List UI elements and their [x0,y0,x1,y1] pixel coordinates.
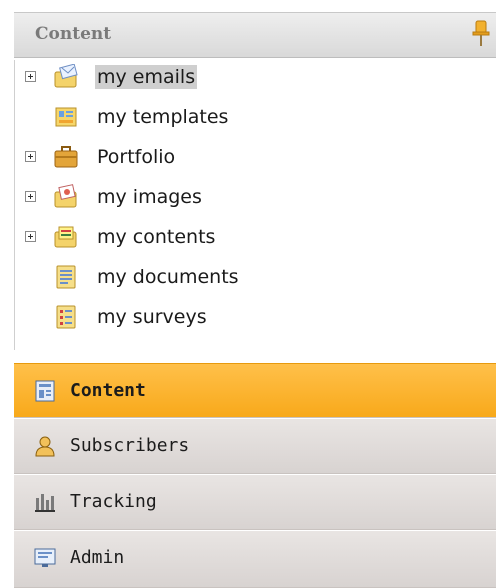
nav-tracking[interactable]: Tracking [14,475,496,530]
panel-header: Content [14,12,496,58]
images-icon [54,184,77,208]
nav-subscribers[interactable]: Subscribers [14,419,496,474]
nav-label: Subscribers [70,435,190,456]
briefcase-icon [54,146,78,168]
contents-icon [54,226,77,248]
email-folder-icon [54,64,78,88]
nav-label: Content [70,380,146,401]
tracking-icon [35,494,55,512]
expand-toggle[interactable] [25,231,36,242]
tree-item-label: my images [97,186,202,208]
nav-content[interactable]: Content [14,363,496,418]
nav-label: Tracking [70,491,157,512]
expand-toggle[interactable] [25,151,36,162]
templates-icon [55,107,77,127]
tree-item-label: my surveys [97,306,207,328]
tree-item-label: my documents [97,266,239,288]
tree-item-my-surveys[interactable]: my surveys [15,300,485,334]
tree-item-label: my templates [97,106,229,128]
expand-toggle[interactable] [25,191,36,202]
tree-item-my-emails[interactable]: my emails [15,60,485,94]
tree-item-my-contents[interactable]: my contents [15,220,485,254]
expand-toggle[interactable] [25,71,36,82]
content-panel: Content my emails my templates Portfolio… [0,0,496,588]
content-icon [35,380,55,402]
subscribers-icon [35,436,55,457]
tree-item-my-documents[interactable]: my documents [15,260,485,294]
panel-title: Content [35,24,112,44]
content-tree: my emails my templates Portfolio my imag… [14,60,496,350]
admin-icon [34,548,56,567]
tree-item-label: my emails [95,65,198,89]
tree-item-portfolio[interactable]: Portfolio [15,140,485,174]
pin-icon[interactable] [472,19,490,47]
tree-item-my-images[interactable]: my images [15,180,485,214]
tree-item-label: my contents [97,226,216,248]
nav-admin[interactable]: Admin [14,531,496,588]
documents-icon [56,265,76,289]
nav-label: Admin [70,547,125,568]
tree-item-my-templates[interactable]: my templates [15,100,485,134]
surveys-icon [56,305,76,329]
tree-item-label: Portfolio [97,146,176,168]
